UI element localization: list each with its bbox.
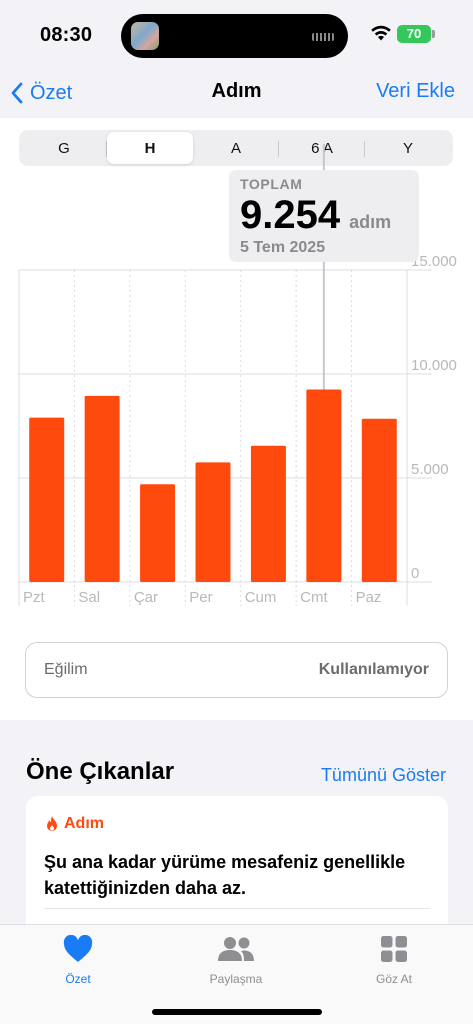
tab-summary[interactable]: Özet (18, 933, 138, 986)
x-tick-label: Cum (245, 589, 277, 606)
x-tick-label: Çar (134, 589, 158, 606)
steps-content: G H A 6 A Y 0 5.000 10.000 15.000 Pzt Sal Çar P… (0, 118, 473, 720)
bar-Cmt (306, 389, 342, 582)
bar-Pzt (29, 417, 65, 582)
selection-callout: TOPLAM 9.254 adım 5 Tem 2025 (229, 170, 419, 262)
trend-row[interactable]: Eğilim Kullanılamıyor (25, 642, 448, 698)
bar-Çar (140, 484, 176, 582)
battery-level: 70 (397, 25, 431, 43)
show-all-link[interactable]: Tümünü Göster (321, 765, 446, 786)
card-divider (44, 908, 430, 909)
callout-date: 5 Tem 2025 (240, 239, 326, 256)
add-data-button[interactable]: Veri Ekle (376, 80, 455, 103)
tab-label: Özet (65, 972, 91, 986)
home-indicator (152, 1009, 322, 1015)
people-icon (218, 937, 254, 961)
wifi-icon (371, 25, 391, 41)
bar-Paz (361, 418, 397, 582)
navigation-bar: Özet Adım Veri Ekle (0, 70, 473, 118)
highlight-category: Adım (44, 815, 104, 833)
highlights-title: Öne Çıkanlar (26, 758, 175, 785)
highlight-message: Şu ana kadar yürüme mesafeniz genellikle… (44, 852, 406, 898)
flame-icon (47, 816, 57, 831)
dynamic-island[interactable] (121, 14, 348, 58)
battery-cap (432, 30, 435, 38)
highlight-category-label: Adım (64, 815, 104, 832)
status-bar: 08:30 70 (0, 0, 473, 70)
grid-icon (381, 936, 407, 962)
audio-waveform-icon (312, 33, 334, 41)
trend-value: Kullanılamıyor (318, 661, 429, 678)
tab-browse[interactable]: Göz At (334, 933, 454, 986)
x-tick-label: Pzt (23, 589, 46, 606)
x-tick-label: Sal (78, 589, 100, 606)
callout-label: TOPLAM (240, 176, 303, 192)
x-tick-label: Cmt (300, 589, 328, 606)
now-playing-artwork (131, 22, 159, 50)
callout-unit: adım (349, 212, 392, 232)
callout-value: 9.254 (240, 193, 341, 237)
x-tick-label: Per (189, 589, 212, 606)
tab-label: Paylaşma (209, 972, 263, 986)
bar-Cum (250, 445, 286, 582)
tab-sharing[interactable]: Paylaşma (176, 933, 296, 986)
trend-label: Eğilim (44, 661, 88, 678)
tab-label: Göz At (375, 972, 413, 986)
y-tick-label: 10.000 (411, 357, 457, 374)
y-tick-label: 0 (411, 565, 419, 582)
heart-icon (63, 935, 93, 962)
bar-Sal (84, 395, 120, 582)
x-tick-label: Paz (356, 589, 382, 606)
status-time: 08:30 (40, 24, 93, 46)
y-tick-label: 5.000 (411, 461, 449, 478)
bar-Per (195, 462, 231, 582)
